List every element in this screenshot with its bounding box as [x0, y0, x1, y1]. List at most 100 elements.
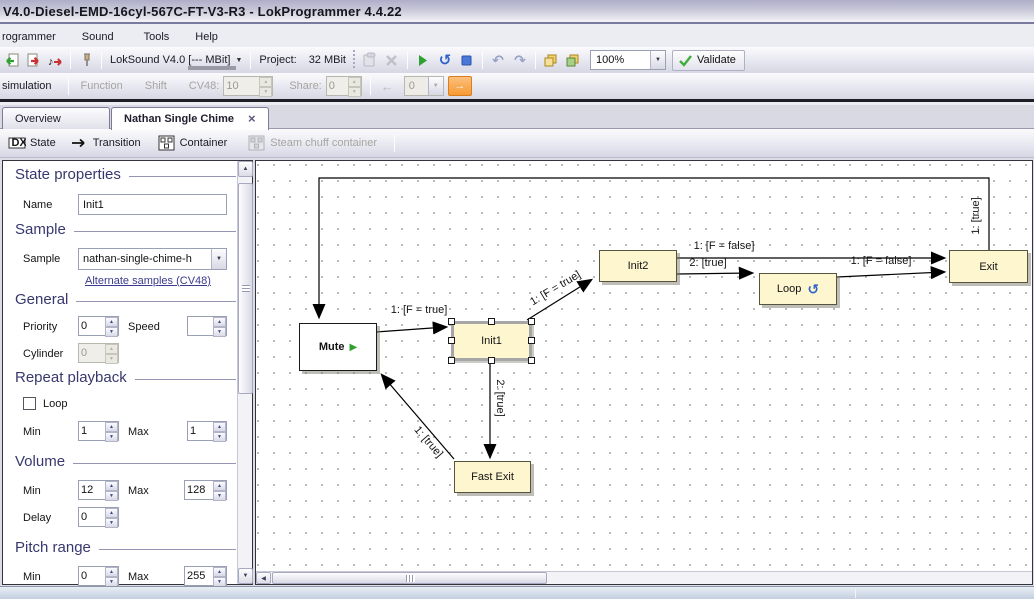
transition-label[interactable]: 1: [F = false] — [851, 255, 912, 267]
selection-handle[interactable] — [448, 337, 455, 344]
transition-label[interactable]: 2: [true] — [689, 257, 726, 269]
add-state-button[interactable]: DX State — [8, 136, 63, 150]
up-arrow-icon[interactable]: ▲ — [213, 567, 226, 577]
up-arrow-icon[interactable]: ▲ — [213, 317, 226, 327]
sample-combobox[interactable]: nathan-single-chime-h ▼ — [78, 248, 227, 270]
selection-handle[interactable] — [528, 318, 535, 325]
scroll-down-button[interactable]: ▼ — [238, 568, 253, 584]
selection-handle[interactable] — [488, 318, 495, 325]
down-arrow-icon[interactable]: ▼ — [105, 518, 118, 528]
transition-label[interactable]: 1: [true] — [970, 197, 982, 234]
volume-min-value[interactable] — [79, 481, 105, 499]
transition-loop-to-exit[interactable] — [837, 272, 944, 277]
up-arrow-icon[interactable]: ▲ — [105, 508, 118, 518]
loop-checkbox[interactable] — [23, 397, 36, 410]
alternate-samples-link[interactable]: Alternate samples (CV48) — [85, 275, 211, 287]
name-field[interactable] — [78, 194, 227, 215]
state-node-init1-selected[interactable]: Init1 — [451, 321, 532, 361]
transition-mute-to-init1[interactable] — [376, 327, 446, 332]
close-icon[interactable]: × — [248, 114, 256, 124]
volume-max-value[interactable] — [185, 481, 213, 499]
repeat-min-spinner[interactable]: ▲▼ — [78, 421, 119, 441]
selection-handle[interactable] — [448, 318, 455, 325]
simulation-button[interactable]: simulation — [0, 80, 56, 92]
add-container-button[interactable]: Container — [158, 135, 235, 151]
export-icon[interactable] — [22, 50, 44, 71]
scroll-left-button[interactable]: ◀ — [256, 572, 271, 584]
export-sound-icon[interactable]: ♪ — [44, 50, 66, 71]
up-arrow-icon[interactable]: ▲ — [105, 422, 118, 432]
scrollbar-thumb[interactable] — [238, 183, 253, 394]
state-node-exit[interactable]: Exit — [949, 250, 1028, 283]
selection-handle[interactable] — [528, 357, 535, 364]
speed-value[interactable] — [188, 317, 213, 335]
repeat-max-spinner[interactable]: ▲▼ — [187, 421, 227, 441]
chevron-down-icon[interactable]: ▼ — [211, 249, 226, 269]
selection-handle[interactable] — [448, 357, 455, 364]
delay-spinner[interactable]: ▲▼ — [78, 507, 119, 527]
play-icon[interactable] — [412, 50, 434, 71]
scroll-up-button[interactable]: ▲ — [238, 161, 253, 177]
state-node-init2[interactable]: Init2 — [599, 250, 677, 282]
steam-chuff-label: Steam chuff container — [270, 137, 377, 149]
transition-exit-to-mute[interactable] — [319, 178, 989, 317]
programmer-connection-icon[interactable] — [75, 50, 97, 71]
volume-min-spinner[interactable]: ▲▼ — [78, 480, 119, 500]
pitch-min-spinner[interactable]: ▲▼ — [78, 566, 119, 586]
bring-forward-icon[interactable] — [540, 50, 562, 71]
tab-nathan-single-chime[interactable]: Nathan Single Chime × — [111, 107, 269, 130]
validate-button[interactable]: Validate — [672, 50, 745, 71]
loop-playback-icon[interactable]: ↺ — [434, 50, 456, 71]
selection-handle[interactable] — [488, 357, 495, 364]
stop-icon[interactable] — [456, 50, 478, 71]
toolbar-grip[interactable] — [352, 50, 357, 70]
down-arrow-icon[interactable]: ▼ — [105, 327, 118, 337]
chevron-down-icon[interactable]: ▼ — [650, 51, 665, 69]
decoder-selector[interactable]: LokSound V4.0 [--- MBit] — [106, 54, 234, 66]
menu-sound[interactable]: Sound — [73, 29, 123, 45]
state-diagram-canvas[interactable]: 1: [true] 1: [F = true] 1: [F = true] 2:… — [256, 161, 1032, 571]
add-transition-button[interactable]: Transition — [71, 137, 148, 149]
up-arrow-icon[interactable]: ▲ — [213, 422, 226, 432]
up-arrow-icon[interactable]: ▲ — [105, 481, 118, 491]
pitch-max-spinner[interactable]: ▲▼ — [184, 566, 227, 586]
send-backward-icon[interactable] — [562, 50, 584, 71]
tab-overview[interactable]: Overview — [2, 107, 110, 129]
transition-label[interactable]: 1: [F = false] — [694, 240, 755, 252]
properties-scrollbar[interactable]: ▲ ▼ — [237, 161, 252, 584]
nav-right-arrow-button[interactable]: → — [448, 76, 472, 96]
down-arrow-icon[interactable]: ▼ — [213, 432, 226, 442]
transition-label[interactable]: 1: [F = true] — [391, 304, 448, 316]
up-arrow-icon[interactable]: ▲ — [105, 567, 118, 577]
down-arrow-icon[interactable]: ▼ — [213, 327, 226, 337]
menu-help[interactable]: Help — [186, 29, 227, 45]
priority-value[interactable] — [79, 317, 105, 335]
up-arrow-icon[interactable]: ▲ — [105, 317, 118, 327]
chevron-down-icon[interactable]: ▼ — [234, 57, 246, 64]
volume-max-spinner[interactable]: ▲▼ — [184, 480, 227, 500]
transition-label[interactable]: 2: [true] — [494, 379, 506, 416]
repeat-min-value[interactable] — [79, 422, 105, 440]
zoom-combobox[interactable]: 100% ▼ — [590, 50, 666, 70]
transition-fast-exit-to-mute[interactable] — [382, 375, 454, 459]
scrollbar-thumb[interactable] — [272, 572, 547, 584]
repeat-max-value[interactable] — [188, 422, 213, 440]
pitch-min-value[interactable] — [79, 567, 105, 585]
up-arrow-icon[interactable]: ▲ — [213, 481, 226, 491]
down-arrow-icon[interactable]: ▼ — [213, 491, 226, 501]
priority-spinner[interactable]: ▲▼ — [78, 316, 119, 336]
state-node-fast-exit[interactable]: Fast Exit — [454, 461, 531, 493]
transition-init2-to-loop[interactable] — [677, 273, 752, 274]
state-node-mute[interactable]: Mute ▶ — [299, 323, 377, 371]
menu-programmer[interactable]: rogrammer — [0, 29, 65, 45]
state-node-loop[interactable]: Loop ↺ — [759, 273, 837, 305]
delay-value[interactable] — [79, 508, 105, 526]
down-arrow-icon[interactable]: ▼ — [105, 432, 118, 442]
diagram-hscrollbar[interactable]: ◀ — [256, 571, 1032, 584]
pitch-max-value[interactable] — [185, 567, 213, 585]
menu-tools[interactable]: Tools — [135, 29, 179, 45]
down-arrow-icon[interactable]: ▼ — [105, 491, 118, 501]
speed-spinner[interactable]: ▲▼ — [187, 316, 227, 336]
import-icon[interactable] — [0, 50, 22, 71]
selection-handle[interactable] — [528, 337, 535, 344]
